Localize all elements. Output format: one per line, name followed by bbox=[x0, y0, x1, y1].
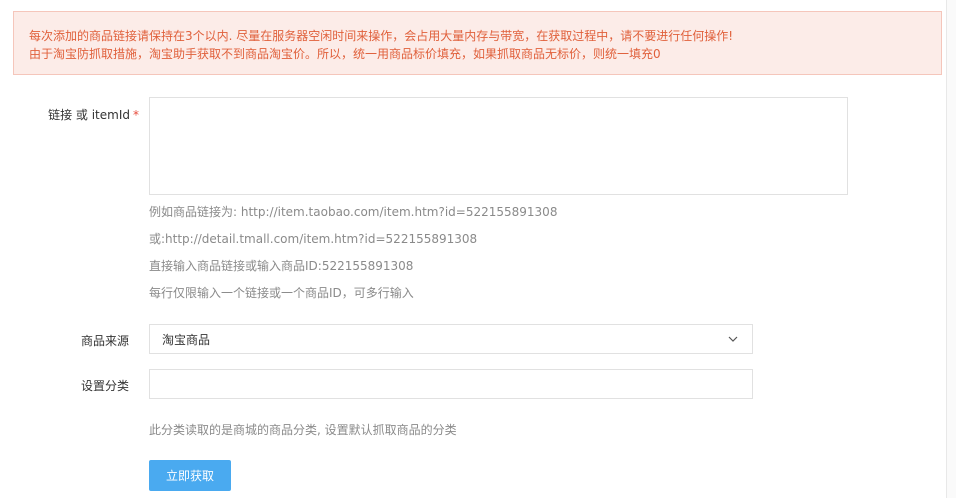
chevron-down-icon bbox=[726, 332, 740, 346]
notice-line-2: 由于淘宝防抓取措施，淘宝助手获取不到商品淘宝价。所以，统一用商品标价填充，如果抓… bbox=[29, 47, 661, 61]
link-hint-4: 每行仅限输入一个链接或一个商品ID，可多行输入 bbox=[149, 286, 414, 300]
link-hint-1: 例如商品链接为: http://item.taobao.com/item.htm… bbox=[149, 205, 558, 219]
source-field-label: 商品来源 bbox=[80, 334, 129, 348]
notice-line-1: 每次添加的商品链接请保持在3个以内. 尽量在服务器空闲时间来操作，会占用大量内存… bbox=[29, 29, 734, 43]
category-input[interactable] bbox=[149, 369, 753, 399]
source-select-value: 淘宝商品 bbox=[162, 332, 211, 347]
right-side-rail bbox=[946, 0, 956, 498]
required-mark: * bbox=[133, 108, 139, 122]
link-field-label: 链接 或 itemId * bbox=[48, 106, 139, 123]
notice-alert: 每次添加的商品链接请保持在3个以内. 尽量在服务器空闲时间来操作，会占用大量内存… bbox=[13, 11, 942, 75]
link-hint-2: 或:http://detail.tmall.com/item.htm?id=52… bbox=[149, 232, 478, 246]
link-hint-3: 直接输入商品链接或输入商品ID:522155891308 bbox=[149, 259, 414, 273]
link-textarea[interactable] bbox=[149, 97, 848, 195]
category-field-label: 设置分类 bbox=[80, 379, 129, 393]
fetch-now-button[interactable]: 立即获取 bbox=[149, 460, 231, 491]
source-field-label-wrap: 商品来源 bbox=[0, 332, 129, 348]
link-field-label-wrap: 链接 或 itemId * bbox=[0, 106, 139, 122]
link-field-label-text: 链接 或 itemId bbox=[48, 108, 130, 122]
source-select[interactable]: 淘宝商品 bbox=[149, 324, 753, 354]
category-hint: 此分类读取的是商城的商品分类, 设置默认抓取商品的分类 bbox=[149, 423, 457, 437]
category-field-label-wrap: 设置分类 bbox=[0, 377, 129, 393]
